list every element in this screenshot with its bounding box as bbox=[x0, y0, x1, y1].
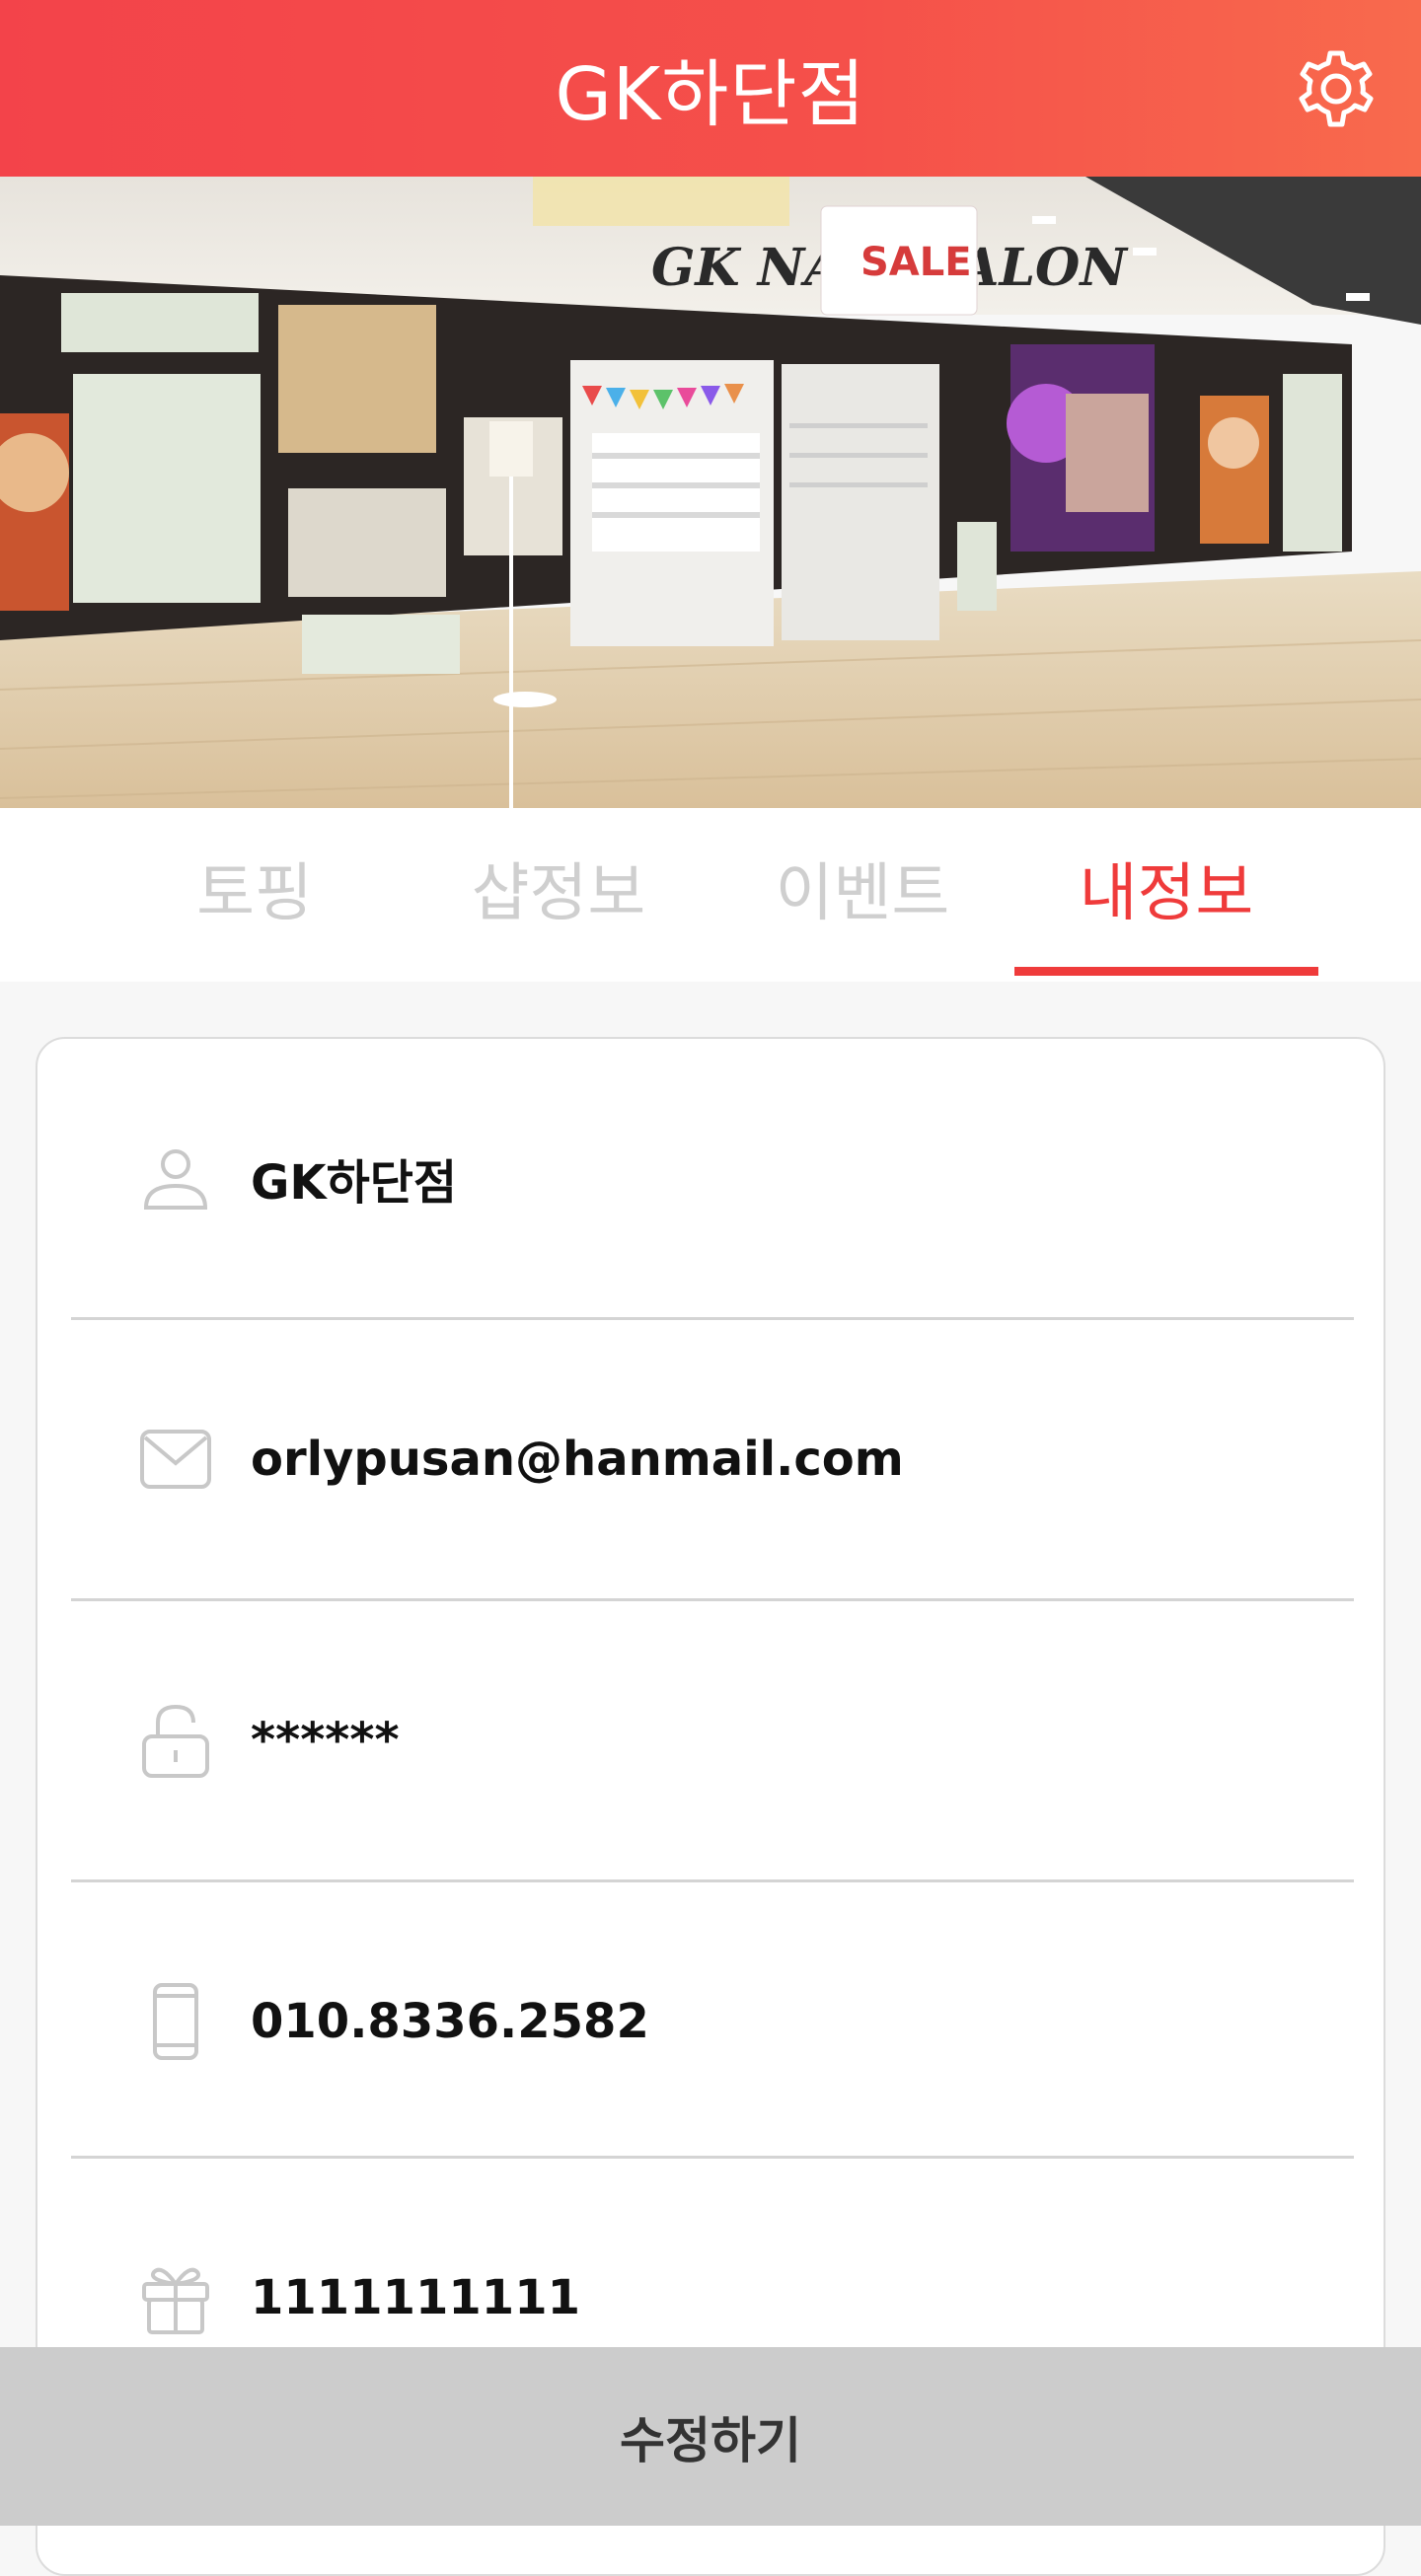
profile-email-row[interactable]: orlypusan@hanmail.com bbox=[71, 1320, 1354, 1598]
tab-my-info[interactable]: 내정보 bbox=[1014, 808, 1318, 982]
profile-name-row[interactable]: GK하단점 bbox=[71, 1039, 1354, 1317]
gear-icon bbox=[1299, 50, 1374, 127]
tab-label: 이벤트 bbox=[775, 857, 950, 930]
profile-password-row[interactable]: ****** bbox=[71, 1601, 1354, 1879]
edit-button-label: 수정하기 bbox=[620, 2411, 801, 2469]
page-title: GK하단점 bbox=[555, 52, 866, 137]
lock-icon bbox=[136, 1701, 215, 1780]
user-icon bbox=[136, 1139, 215, 1217]
mail-icon bbox=[136, 1420, 215, 1499]
profile-phone-row[interactable]: 010.8336.2582 bbox=[71, 1882, 1354, 2161]
tab-label: 내정보 bbox=[1079, 857, 1254, 930]
app-header: GK하단점 bbox=[0, 0, 1421, 177]
tab-events[interactable]: 이벤트 bbox=[710, 808, 1014, 982]
tab-topping[interactable]: 토핑 bbox=[103, 808, 407, 982]
profile-gift-code: 1111111111 bbox=[251, 2270, 580, 2325]
tab-bar: 토핑 샵정보 이벤트 내정보 bbox=[0, 808, 1421, 982]
phone-icon bbox=[136, 1982, 215, 2061]
profile-name: GK하단점 bbox=[251, 1155, 458, 1211]
profile-email: orlypusan@hanmail.com bbox=[251, 1432, 904, 1487]
storefront-illustration: GK NAIL SALON SALE bbox=[0, 177, 1421, 808]
sale-poster: SALE bbox=[860, 240, 972, 285]
shop-photo: GK NAIL SALON SALE bbox=[0, 177, 1421, 808]
tab-label: 토핑 bbox=[196, 857, 313, 930]
tab-shop-info[interactable]: 샵정보 bbox=[407, 808, 710, 982]
tab-label: 샵정보 bbox=[471, 857, 646, 930]
profile-card: GK하단점 orlypusan@hanmail.com ****** 010.8… bbox=[36, 1037, 1385, 2576]
gift-icon bbox=[136, 2258, 215, 2337]
profile-password: ****** bbox=[251, 1713, 400, 1768]
edit-button[interactable]: 수정하기 bbox=[0, 2347, 1421, 2526]
active-tab-indicator bbox=[1014, 967, 1318, 976]
settings-button[interactable] bbox=[1291, 43, 1382, 134]
profile-phone: 010.8336.2582 bbox=[251, 1994, 649, 2049]
